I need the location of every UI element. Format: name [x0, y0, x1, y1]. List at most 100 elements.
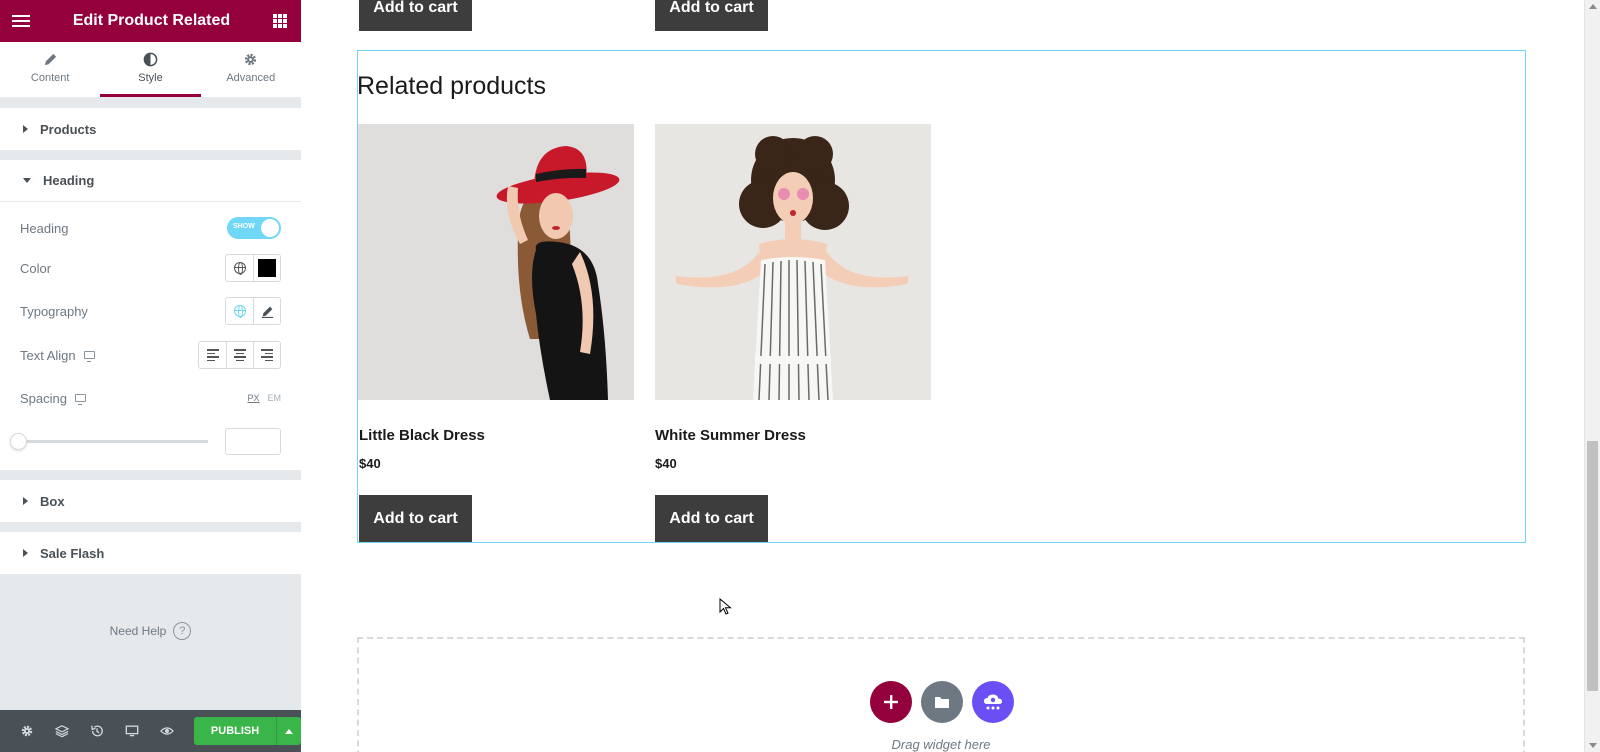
responsive-mode-button[interactable] [115, 710, 150, 752]
layers-icon [55, 725, 70, 738]
widgets-grid-icon[interactable] [272, 14, 287, 28]
preview-button[interactable] [150, 710, 185, 752]
section-products-label: Products [40, 121, 97, 137]
tab-advanced[interactable]: Advanced [201, 42, 301, 97]
panel-footer: PUBLISH [0, 710, 301, 752]
scroll-down-arrow-icon[interactable] [1589, 743, 1597, 748]
typography-buttons [225, 297, 281, 325]
toggle-state-label: SHOW [233, 223, 255, 230]
editor-panel: Edit Product Related Content Style Advan… [0, 0, 301, 752]
align-left-button[interactable] [199, 342, 226, 368]
align-left-icon [206, 349, 219, 361]
typography-control: Typography [0, 288, 301, 334]
product-image[interactable] [655, 124, 931, 400]
add-to-cart-button[interactable]: Add to cart [359, 0, 472, 31]
align-right-button[interactable] [253, 342, 280, 368]
desktop-icon[interactable] [74, 394, 86, 405]
typography-label: Typography [20, 303, 88, 319]
spacing-label: Spacing [20, 390, 67, 406]
text-align-buttons [198, 341, 281, 369]
spacing-slider-row [0, 420, 301, 462]
toggle-knob [261, 219, 279, 237]
scrollbar-thumb[interactable] [1587, 441, 1598, 691]
color-picker-button[interactable] [253, 255, 280, 281]
edit-typography-button[interactable] [253, 298, 280, 324]
eye-icon [159, 727, 174, 735]
pencil-icon [261, 306, 273, 318]
text-align-control: Text Align [0, 334, 301, 376]
spacing-input[interactable] [225, 427, 281, 455]
product-photo-black-dress [358, 124, 634, 400]
caret-right-icon [23, 549, 28, 557]
tab-style[interactable]: Style [100, 42, 201, 97]
text-align-label: Text Align [20, 347, 76, 363]
section-box[interactable]: Box [0, 480, 301, 522]
color-control: Color [0, 248, 301, 288]
section-heading[interactable]: Heading [0, 160, 301, 202]
hamburger-menu-icon[interactable] [12, 15, 30, 27]
add-to-cart-button[interactable]: Add to cart [359, 495, 472, 542]
heading-section: Heading Heading SHOW Color Typography Te… [0, 160, 301, 470]
unit-px[interactable]: PX [247, 393, 259, 403]
need-help-label: Need Help [109, 624, 167, 638]
global-typography-button[interactable] [226, 298, 253, 324]
color-buttons [225, 254, 281, 282]
drag-widget-hint: Drag widget here [891, 737, 991, 752]
product-image[interactable] [358, 124, 634, 400]
slider-handle[interactable] [10, 432, 27, 450]
desktop-icon [125, 725, 139, 737]
add-to-cart-button[interactable]: Add to cart [655, 0, 768, 31]
spacing-slider[interactable] [10, 432, 208, 450]
text-align-label-wrap: Text Align [20, 348, 95, 363]
align-center-button[interactable] [226, 342, 253, 368]
product-price: $40 [655, 456, 677, 471]
heading-toggle-label: Heading [20, 220, 69, 236]
template-kit-button[interactable] [972, 681, 1014, 723]
color-label: Color [20, 260, 52, 276]
half-circle-icon [143, 52, 158, 67]
add-to-cart-button[interactable]: Add to cart [655, 495, 768, 542]
heading-toggle-control: Heading SHOW [0, 208, 301, 248]
tab-advanced-label: Advanced [226, 72, 276, 84]
folder-icon [935, 697, 949, 708]
caret-right-icon [23, 125, 28, 133]
navigator-button[interactable] [45, 710, 80, 752]
panel-header: Edit Product Related [0, 0, 301, 42]
caret-up-icon [284, 728, 293, 734]
cloud-icon [984, 694, 1002, 710]
gear-icon [22, 725, 33, 737]
align-center-icon [234, 349, 246, 361]
unit-em[interactable]: EM [268, 393, 282, 403]
publish-button[interactable]: PUBLISH [194, 717, 276, 745]
unit-switcher: PX EM [247, 393, 281, 403]
need-help-link[interactable]: Need Help ? [0, 622, 301, 640]
section-products[interactable]: Products [0, 108, 301, 150]
section-heading-label: Heading [43, 173, 95, 188]
publish-options-button[interactable] [275, 717, 301, 745]
align-right-icon [261, 349, 273, 361]
add-section-button[interactable] [870, 681, 912, 723]
product-name[interactable]: White Summer Dress [655, 427, 806, 444]
mouse-cursor-icon [719, 598, 732, 615]
add-template-button[interactable] [921, 681, 963, 723]
section-sale-flash[interactable]: Sale Flash [0, 532, 301, 574]
vertical-scrollbar[interactable] [1584, 0, 1600, 752]
desktop-icon[interactable] [83, 351, 95, 362]
globe-icon [233, 305, 246, 318]
settings-button[interactable] [10, 710, 45, 752]
caret-right-icon [23, 497, 28, 505]
section-sale-flash-label: Sale Flash [40, 545, 105, 561]
plus-icon [884, 695, 898, 709]
global-color-button[interactable] [226, 255, 253, 281]
heading-show-toggle[interactable]: SHOW [227, 217, 281, 239]
question-icon: ? [173, 622, 192, 640]
tab-content[interactable]: Content [0, 42, 100, 97]
scroll-up-arrow-icon[interactable] [1589, 4, 1597, 9]
tab-style-label: Style [138, 72, 163, 84]
history-icon [91, 725, 104, 737]
product-name[interactable]: Little Black Dress [359, 427, 485, 444]
publish-group: PUBLISH [194, 717, 301, 745]
tab-content-label: Content [30, 72, 70, 84]
history-button[interactable] [80, 710, 115, 752]
section-box-label: Box [40, 493, 65, 509]
